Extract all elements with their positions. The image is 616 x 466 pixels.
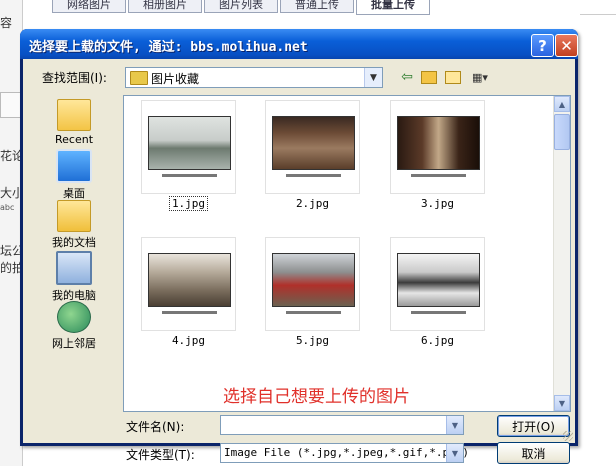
place-label: 桌面: [63, 187, 85, 200]
my-computer-icon: [56, 251, 92, 285]
scroll-thumb[interactable]: [554, 114, 570, 150]
place-label: 网上邻居: [52, 337, 96, 350]
dialog-body: 查找范围(I): 图片收藏 ▼ ⇦ ▦▾ Recent 桌面 我的文档 我的电脑…: [23, 59, 575, 464]
file-thumbnail[interactable]: [141, 100, 236, 194]
vertical-scrollbar[interactable]: ▲ ▼: [553, 96, 570, 411]
scroll-down-icon[interactable]: ▼: [554, 395, 570, 411]
background-tab[interactable]: 相册图片: [128, 0, 202, 13]
chevron-down-icon[interactable]: ▼: [446, 444, 463, 462]
place-my-documents[interactable]: 我的文档: [43, 200, 105, 250]
photo-image: [148, 116, 231, 170]
file-thumbnail[interactable]: [265, 100, 360, 194]
dialog-title: 选择要上载的文件, 通过: bbs.molihua.net: [29, 40, 308, 55]
file-thumbnail[interactable]: [141, 237, 236, 331]
new-folder-icon[interactable]: [443, 68, 463, 86]
caption-stripe: [286, 311, 341, 314]
file-name[interactable]: 4.jpg: [141, 334, 236, 347]
my-documents-icon: [57, 200, 91, 232]
background-text: 容: [0, 16, 13, 30]
background-tab-bar: 网络图片 相册图片 图片列表 普通上传 批量上传: [52, 0, 430, 15]
place-my-computer[interactable]: 我的电脑: [43, 251, 105, 303]
place-label: 我的文档: [52, 236, 96, 249]
photo-image: [148, 253, 231, 307]
caption-stripe: [286, 174, 341, 177]
background-text: abc: [0, 203, 15, 212]
desktop-icon: [56, 149, 92, 183]
filename-input[interactable]: ▼: [220, 415, 464, 435]
photo-image: [272, 253, 355, 307]
caption-stripe: [411, 174, 466, 177]
place-network[interactable]: 网上邻居: [43, 301, 105, 351]
photo-image: [397, 116, 480, 170]
help-button[interactable]: ?: [531, 34, 554, 57]
scroll-up-icon[interactable]: ▲: [554, 96, 570, 112]
file-thumbnail[interactable]: [265, 237, 360, 331]
lookin-label: 查找范围(I):: [42, 71, 107, 85]
file-open-dialog: 选择要上载的文件, 通过: bbs.molihua.net ? ✕ 查找范围(I…: [20, 29, 578, 464]
place-desktop[interactable]: 桌面: [43, 149, 105, 201]
background-tab[interactable]: 网络图片: [52, 0, 126, 13]
chevron-down-icon[interactable]: ▼: [364, 68, 382, 87]
filetype-value: Image File (*.jpg,*.jpeg,*.gif,*.png): [224, 446, 470, 459]
view-menu-icon[interactable]: ▦▾: [467, 68, 493, 86]
photo-image: [272, 116, 355, 170]
photo-image: [397, 253, 480, 307]
chevron-down-icon[interactable]: ▼: [446, 416, 463, 434]
caption-stripe: [162, 174, 217, 177]
background-tab-active[interactable]: 批量上传: [356, 0, 430, 15]
folder-icon: [130, 71, 148, 85]
filetype-select[interactable]: Image File (*.jpg,*.jpeg,*.gif,*.png) ▼: [220, 443, 469, 463]
lookin-dropdown[interactable]: 图片收藏 ▼: [125, 67, 383, 88]
up-folder-icon[interactable]: [419, 68, 439, 86]
background-divider: [580, 14, 616, 15]
close-button[interactable]: ✕: [555, 34, 578, 57]
dialog-titlebar[interactable]: 选择要上载的文件, 通过: bbs.molihua.net ? ✕: [20, 29, 578, 59]
filename-label: 文件名(N):: [126, 420, 185, 434]
caption-stripe: [162, 311, 217, 314]
file-name[interactable]: 2.jpg: [265, 197, 360, 210]
file-list-view[interactable]: 1.jpg 2.jpg 3.jpg 4.jpg 5.jpg 6.jpg ▲ ▼: [123, 95, 571, 412]
file-thumbnail[interactable]: [390, 237, 485, 331]
file-name[interactable]: 1.jpg: [141, 196, 236, 211]
lookin-value: 图片收藏: [151, 72, 200, 86]
background-box: [0, 92, 22, 118]
file-name[interactable]: 5.jpg: [265, 334, 360, 347]
place-label: Recent: [54, 133, 94, 146]
file-thumbnail[interactable]: [390, 100, 485, 194]
cancel-button[interactable]: 取消: [497, 442, 570, 464]
filetype-label: 文件类型(T):: [126, 448, 195, 462]
file-name[interactable]: 3.jpg: [390, 197, 485, 210]
place-recent[interactable]: Recent: [43, 99, 105, 146]
background-tab[interactable]: 图片列表: [204, 0, 278, 13]
network-places-icon: [57, 301, 91, 333]
background-tab[interactable]: 普通上传: [280, 0, 354, 13]
resize-grip-icon[interactable]: [563, 431, 573, 441]
recent-folder-icon: [57, 99, 91, 131]
back-arrow-icon[interactable]: ⇦: [397, 68, 417, 86]
annotation-text: 选择自己想要上传的图片: [223, 387, 410, 407]
caption-stripe: [411, 311, 466, 314]
open-button[interactable]: 打开(O): [497, 415, 570, 437]
file-name[interactable]: 6.jpg: [390, 334, 485, 347]
